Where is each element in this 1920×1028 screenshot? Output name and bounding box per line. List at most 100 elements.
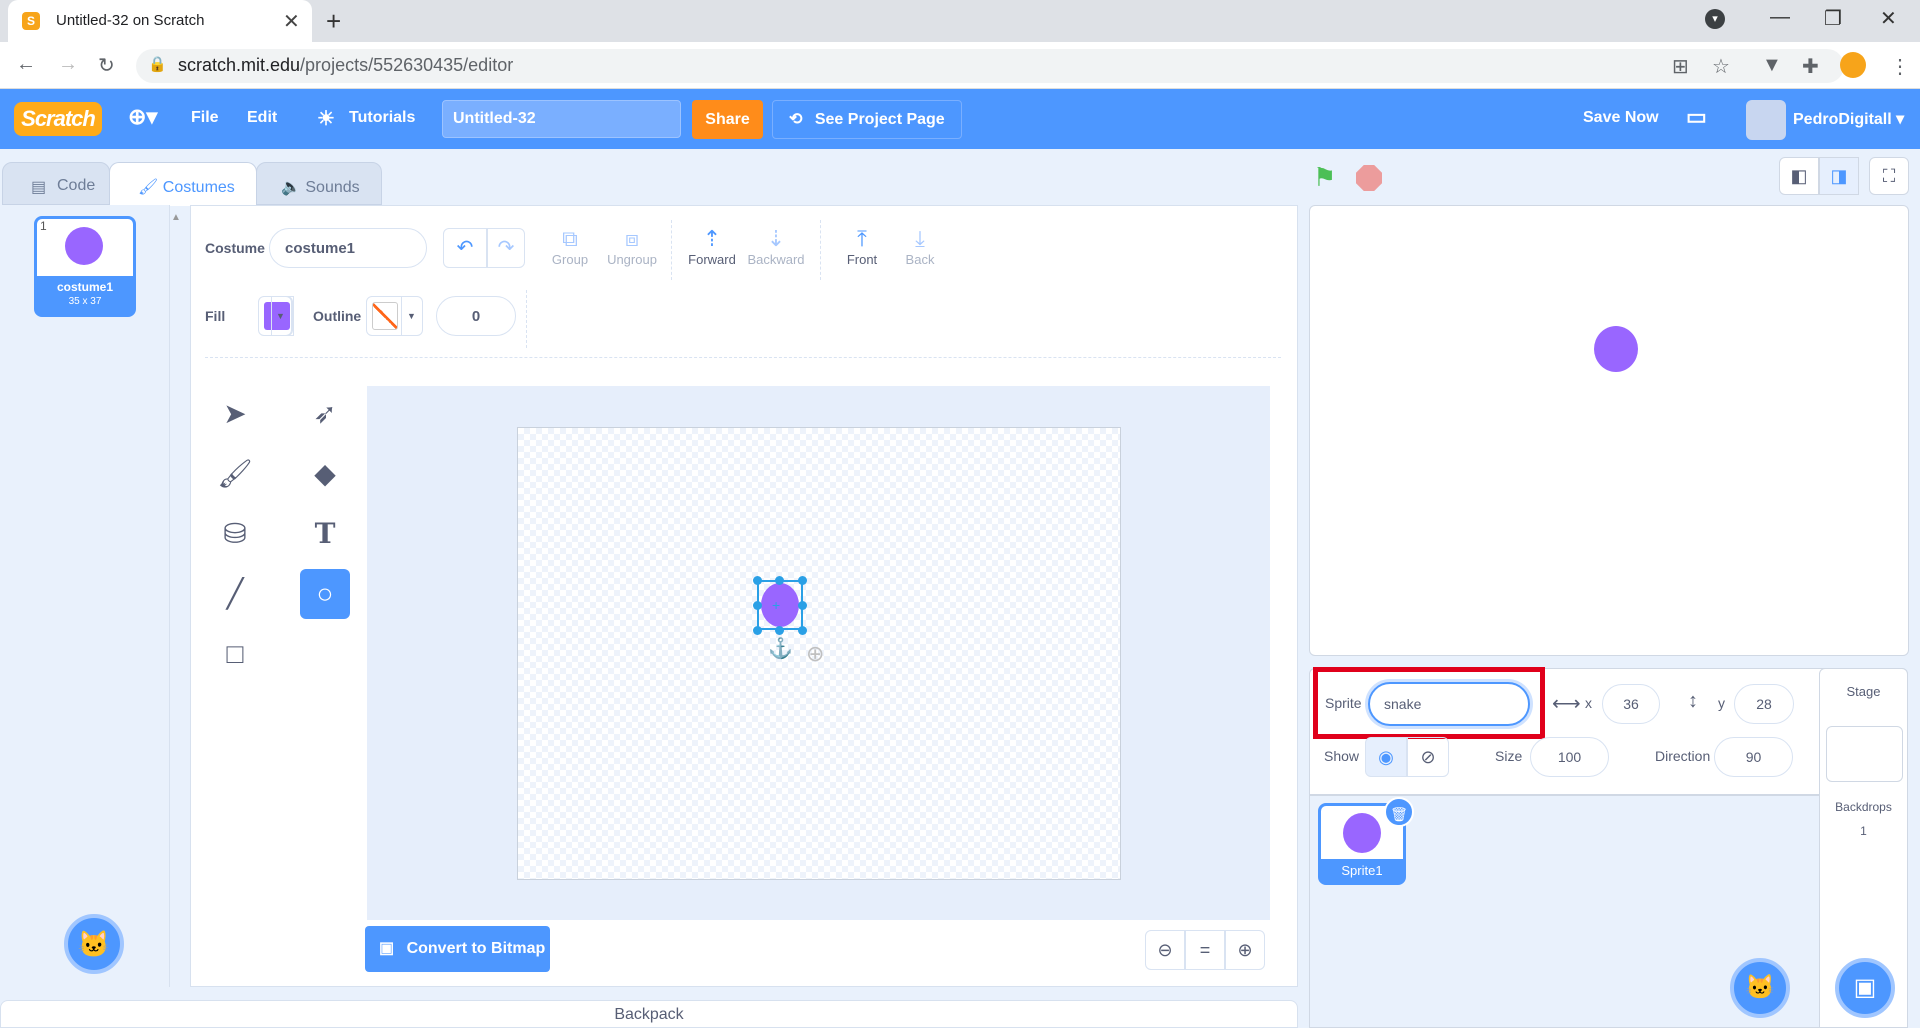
close-tab-icon[interactable]: ✕ — [283, 9, 300, 34]
rotation-handle-icon[interactable]: ⚓ — [768, 636, 793, 661]
line-tool-icon[interactable]: ╱ — [210, 569, 260, 619]
ungroup-label: Ungroup — [607, 252, 657, 267]
outline-color-swatch[interactable] — [366, 296, 402, 336]
costume-label: Costume — [205, 240, 265, 256]
tab-sounds-label: Sounds — [305, 179, 360, 196]
tab-code[interactable]: ▤ Code — [2, 162, 110, 205]
fullscreen-icon[interactable]: ⛶ — [1869, 157, 1909, 195]
outline-caret-icon[interactable]: ▼ — [401, 296, 423, 336]
costume-number: 1 — [40, 219, 47, 233]
choose-costume-button[interactable]: 🐱 — [64, 914, 124, 974]
save-now-button[interactable]: Save Now — [1583, 109, 1659, 127]
reload-icon[interactable]: ↻ — [98, 53, 115, 78]
extension-filter-icon[interactable]: ▼ — [1762, 54, 1782, 77]
resize-handle[interactable] — [775, 576, 784, 585]
menu-kebab-icon[interactable]: ⋮ — [1890, 54, 1910, 79]
normal-stage-icon[interactable]: ◨ — [1819, 157, 1859, 195]
show-eye-icon[interactable]: ◉ — [1365, 737, 1407, 777]
forward-arrow-icon: ⇡ — [702, 226, 722, 251]
tab-search-icon[interactable]: ▾ — [1705, 9, 1725, 29]
resize-handle[interactable] — [798, 626, 807, 635]
see-project-page-button[interactable]: ⟲ See Project Page — [772, 100, 962, 139]
back-icon[interactable]: ← — [16, 53, 36, 76]
rectangle-tool-icon[interactable]: □ — [210, 629, 260, 679]
resize-handle[interactable] — [753, 601, 762, 610]
backdrops-label: Backdrops — [1835, 800, 1892, 814]
my-stuff-folder-icon[interactable]: ▭ — [1686, 104, 1707, 130]
user-avatar[interactable] — [1746, 100, 1786, 140]
scroll-up-icon[interactable]: ▲ — [171, 212, 181, 223]
x-input[interactable]: 36 — [1602, 684, 1660, 724]
stage-sprite[interactable] — [1594, 326, 1638, 372]
stage[interactable] — [1309, 205, 1909, 656]
cat-plus-icon: 🐱 — [77, 929, 111, 959]
share-button[interactable]: Share — [692, 100, 763, 139]
resize-handle[interactable] — [753, 576, 762, 585]
backward-button[interactable]: ⇣ Backward — [747, 226, 805, 267]
zoom-out-icon[interactable]: ⊖ — [1145, 930, 1185, 970]
small-stage-icon[interactable]: ◧ — [1779, 157, 1819, 195]
ungroup-button[interactable]: ⧈ Ungroup — [604, 226, 660, 267]
edit-menu[interactable]: Edit — [247, 109, 277, 127]
backpack[interactable]: Backpack — [0, 1000, 1298, 1028]
scratch-logo[interactable]: Scratch — [14, 102, 102, 136]
horizontal-arrows-icon: ⟷ — [1552, 693, 1581, 715]
resize-handle[interactable] — [753, 626, 762, 635]
front-button[interactable]: ⤒ Front — [842, 226, 882, 267]
divider — [526, 290, 527, 348]
restore-icon[interactable]: ❐ — [1824, 6, 1842, 31]
brush-tool-icon[interactable]: 🖌 — [210, 449, 260, 499]
tab-sounds[interactable]: 🔈 Sounds — [256, 162, 382, 205]
tab-costumes[interactable]: 🖌 Costumes — [109, 162, 257, 206]
new-tab-icon[interactable]: + — [326, 6, 341, 37]
lock-icon[interactable]: 🔒 — [148, 55, 167, 73]
reshape-tool-icon[interactable]: ➶ — [300, 389, 350, 439]
back-button[interactable]: ⤓ Back — [902, 226, 938, 267]
url-text[interactable]: scratch.mit.edu/projects/552630435/edito… — [178, 55, 513, 76]
size-input[interactable]: 100 — [1530, 737, 1609, 777]
close-window-icon[interactable]: ✕ — [1880, 6, 1897, 31]
project-title-input[interactable]: Untitled-32 — [442, 100, 681, 138]
undo-button[interactable]: ↶ — [443, 228, 487, 268]
chevron-down-icon: ▾ — [1896, 111, 1905, 128]
y-input[interactable]: 28 — [1734, 684, 1794, 724]
direction-input[interactable]: 90 — [1714, 737, 1793, 777]
zoom-in-icon[interactable]: ⊕ — [1225, 930, 1265, 970]
redo-button[interactable]: ↷ — [487, 228, 525, 268]
resize-handle[interactable] — [775, 626, 784, 635]
backward-arrow-icon: ⇣ — [766, 226, 786, 251]
resize-handle[interactable] — [798, 576, 807, 585]
stage-thumbnail[interactable] — [1826, 726, 1903, 782]
minimize-icon[interactable]: — — [1770, 6, 1790, 29]
tutorials-menu[interactable]: Tutorials — [349, 109, 415, 127]
forward-icon[interactable]: → — [58, 53, 78, 76]
costume-caption: costume1 35 x 37 — [37, 276, 133, 314]
hide-eye-icon[interactable]: ⊘ — [1407, 737, 1449, 777]
group-button[interactable]: ⧉ Group — [548, 226, 592, 267]
fill-bucket-tool-icon[interactable]: ⛁ — [210, 509, 260, 559]
select-tool-icon[interactable]: ➤ — [210, 389, 260, 439]
delete-trash-icon[interactable]: 🗑 — [1384, 797, 1414, 827]
file-menu[interactable]: File — [191, 109, 219, 127]
language-globe-icon[interactable]: ⊕▾ — [128, 104, 157, 130]
zoom-reset-icon[interactable]: = — [1185, 930, 1225, 970]
outline-width-input[interactable]: 0 — [436, 296, 516, 336]
costume-name-input[interactable]: costume1 — [269, 228, 427, 268]
convert-to-bitmap-button[interactable]: ▣ Convert to Bitmap — [365, 926, 550, 972]
profile-icon[interactable] — [1840, 52, 1866, 78]
x-label: x — [1585, 695, 1592, 711]
green-flag-icon[interactable]: ⚑ — [1313, 162, 1336, 193]
fill-caret-icon[interactable]: ▼ — [270, 296, 292, 336]
circle-tool-icon[interactable]: ○ — [300, 569, 350, 619]
username-menu[interactable]: PedroDigitall ▾ — [1793, 109, 1904, 129]
eraser-tool-icon[interactable]: ◆ — [300, 449, 350, 499]
extensions-puzzle-icon[interactable]: ✚ — [1802, 54, 1819, 79]
stop-icon[interactable] — [1356, 165, 1382, 191]
text-tool-icon[interactable]: T — [300, 509, 350, 559]
choose-backdrop-button[interactable]: ▣ — [1835, 958, 1895, 1018]
bookmark-star-icon[interactable]: ☆ — [1712, 54, 1730, 79]
forward-button[interactable]: ⇡ Forward — [687, 226, 737, 267]
choose-sprite-button[interactable]: 🐱 — [1730, 958, 1790, 1018]
resize-handle[interactable] — [798, 601, 807, 610]
translate-icon[interactable]: ⊞ — [1672, 54, 1689, 79]
